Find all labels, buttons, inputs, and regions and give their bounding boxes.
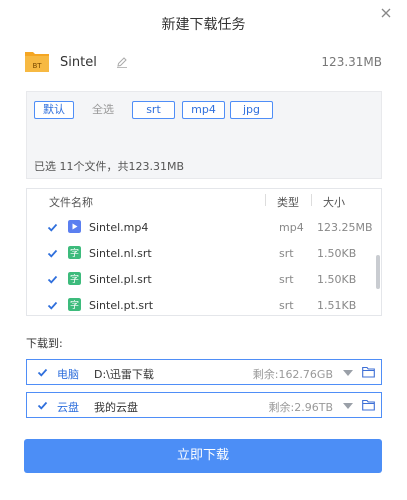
header-type[interactable]: 类型 — [277, 194, 299, 210]
checkmark-icon[interactable] — [47, 222, 58, 233]
destination-label: 下载到: — [26, 337, 63, 350]
header-divider — [311, 194, 312, 206]
file-size: 1.50KB — [317, 273, 357, 286]
file-name: Sintel.mp4 — [89, 221, 149, 234]
header-divider — [265, 194, 266, 206]
bt-icon-label: BT — [32, 62, 42, 70]
destination-name: 电脑 — [57, 368, 79, 381]
filter-chip-mp4[interactable]: mp4 — [182, 101, 225, 119]
selected-summary: 已选 11个文件，共123.31MB — [34, 160, 185, 173]
file-list-header: 文件名称 类型 大小 — [27, 189, 381, 211]
file-size: 123.25MB — [317, 221, 373, 234]
torrent-name: Sintel — [60, 55, 97, 70]
header-size[interactable]: 大小 — [323, 194, 345, 210]
file-size: 1.51KB — [317, 299, 357, 312]
destination-name: 云盘 — [57, 401, 79, 414]
bt-folder-icon: BT — [25, 52, 49, 72]
destination-cloud[interactable]: 云盘 我的云盘 剩余:2.96TB — [26, 392, 382, 418]
destination-free-space: 剩余:2.96TB — [268, 401, 333, 414]
torrent-header: BT Sintel 123.31MB — [24, 48, 382, 76]
file-row[interactable]: Sintel.mp4 mp4 123.25MB — [27, 215, 373, 241]
checkmark-icon[interactable] — [37, 400, 48, 411]
subtitle-icon-glyph: 字 — [70, 273, 79, 285]
subtitle-icon-glyph: 字 — [70, 247, 79, 259]
file-name: Sintel.pl.srt — [89, 273, 152, 286]
filter-chip-jpg[interactable]: jpg — [230, 101, 273, 119]
filter-chip-select-all[interactable]: 全选 — [83, 101, 123, 119]
file-type: srt — [279, 273, 294, 286]
file-row[interactable]: 字 Sintel.nl.srt srt 1.50KB — [27, 241, 373, 267]
folder-icon[interactable] — [362, 366, 375, 378]
filter-panel: 默认 全选 srt mp4 jpg 已选 11个文件，共123.31MB — [26, 91, 382, 179]
file-list: 文件名称 类型 大小 Sintel.mp4 mp4 123.25MB 字 Sin… — [26, 188, 382, 316]
start-download-button[interactable]: 立即下载 — [24, 439, 382, 473]
dropdown-arrow-icon[interactable] — [343, 369, 353, 377]
dialog-title: 新建下载任务 — [161, 17, 246, 33]
subtitle-icon-glyph: 字 — [70, 299, 79, 311]
file-list-scrollbar[interactable] — [376, 255, 380, 289]
close-icon[interactable] — [379, 6, 393, 20]
file-size: 1.50KB — [317, 247, 357, 260]
file-type: srt — [279, 299, 294, 312]
subtitle-file-icon: 字 — [68, 272, 81, 285]
file-name: Sintel.nl.srt — [89, 247, 152, 260]
checkmark-icon[interactable] — [47, 300, 58, 311]
header-name[interactable]: 文件名称 — [49, 194, 93, 210]
filter-chip-default[interactable]: 默认 — [34, 101, 74, 119]
checkmark-icon[interactable] — [47, 274, 58, 285]
checkmark-icon[interactable] — [47, 248, 58, 259]
edit-icon[interactable] — [116, 56, 128, 68]
video-file-icon — [68, 220, 81, 233]
destination-computer[interactable]: 电脑 D:\迅雷下载 剩余:162.76GB — [26, 359, 382, 385]
file-type: srt — [279, 247, 294, 260]
destination-path[interactable]: D:\迅雷下载 — [94, 366, 154, 382]
file-name: Sintel.pt.srt — [89, 299, 154, 312]
checkmark-icon[interactable] — [37, 367, 48, 378]
dropdown-arrow-icon[interactable] — [343, 402, 353, 410]
filter-chip-srt[interactable]: srt — [132, 101, 175, 119]
subtitle-file-icon: 字 — [68, 298, 81, 311]
file-row[interactable]: 字 Sintel.pl.srt srt 1.50KB — [27, 267, 373, 293]
torrent-size: 123.31MB — [321, 55, 382, 69]
file-type: mp4 — [279, 221, 304, 234]
subtitle-file-icon: 字 — [68, 246, 81, 259]
file-row[interactable]: 字 Sintel.pt.srt srt 1.51KB — [27, 293, 373, 315]
destination-free-space: 剩余:162.76GB — [252, 368, 333, 381]
folder-icon[interactable] — [362, 399, 375, 411]
destination-path[interactable]: 我的云盘 — [94, 399, 138, 415]
